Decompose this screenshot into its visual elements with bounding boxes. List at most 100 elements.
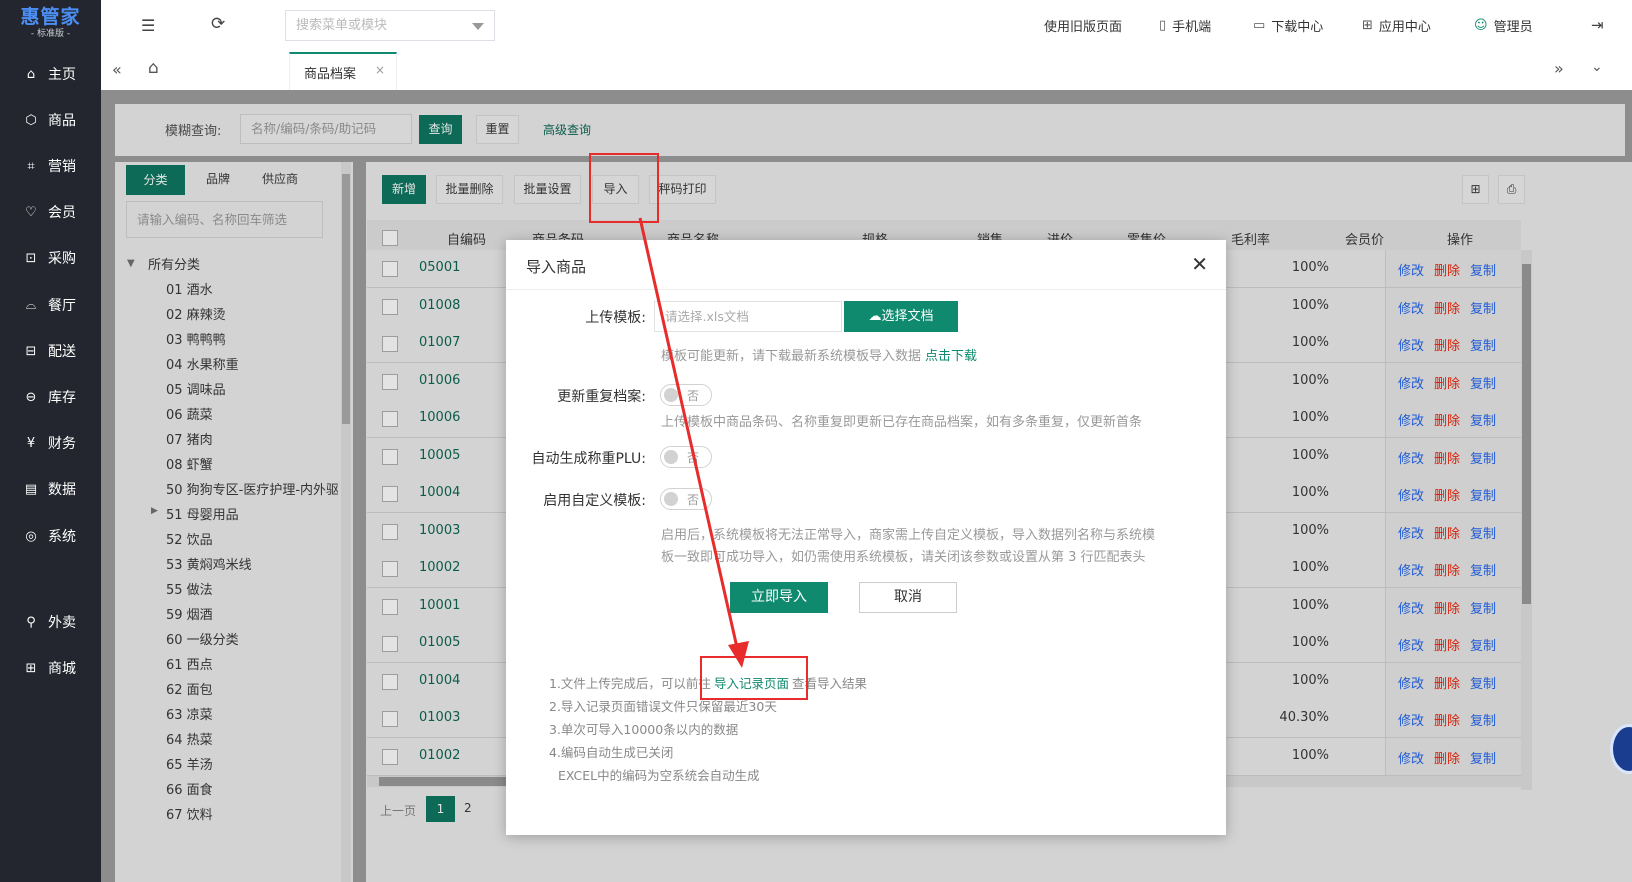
- row-checkbox[interactable]: [382, 298, 398, 315]
- category-scrollbar-thumb[interactable]: [342, 174, 350, 424]
- category-item[interactable]: 05 调味品: [166, 379, 226, 398]
- close-tab-icon[interactable]: ×: [375, 63, 385, 77]
- row-checkbox[interactable]: [382, 636, 398, 652]
- category-item[interactable]: 06 蔬菜: [166, 404, 213, 423]
- expand-arrow-icon[interactable]: ▼: [127, 258, 135, 269]
- select-all-checkbox[interactable]: [382, 230, 398, 246]
- scroll-right-icon[interactable]: »: [1554, 59, 1564, 78]
- product-code[interactable]: 10003: [419, 523, 460, 538]
- sidebar-item-12[interactable]: ⊞ 商城: [0, 651, 101, 685]
- copy-link[interactable]: 复制: [1470, 523, 1496, 542]
- product-code[interactable]: 10002: [419, 560, 460, 575]
- tab-category[interactable]: 分类: [126, 165, 185, 195]
- reset-button[interactable]: 重置: [476, 115, 519, 144]
- menu-search-select[interactable]: 搜索菜单或模块: [285, 10, 495, 41]
- sidebar-item-3[interactable]: ♡ 会员: [0, 195, 101, 229]
- row-checkbox[interactable]: [382, 448, 398, 465]
- row-checkbox[interactable]: [382, 373, 398, 390]
- row-checkbox[interactable]: [382, 523, 398, 540]
- category-item[interactable]: 04 水果称重: [166, 354, 239, 373]
- prev-page-link[interactable]: 上一页: [380, 802, 416, 819]
- product-code[interactable]: 01002: [419, 748, 460, 763]
- close-icon[interactable]: ✕: [1191, 252, 1208, 276]
- column-header[interactable]: 自编码: [447, 229, 486, 248]
- copy-link[interactable]: 复制: [1470, 710, 1496, 729]
- edit-link[interactable]: 修改: [1398, 560, 1424, 579]
- copy-link[interactable]: 复制: [1470, 448, 1496, 467]
- delete-link[interactable]: 删除: [1434, 710, 1460, 729]
- delete-link[interactable]: 删除: [1434, 560, 1460, 579]
- category-scrollbar[interactable]: [341, 162, 351, 882]
- category-item[interactable]: 51 母婴用品: [166, 504, 239, 523]
- delete-link[interactable]: 删除: [1434, 373, 1460, 392]
- product-code[interactable]: 01008: [419, 298, 460, 313]
- page-2-button[interactable]: 2: [464, 801, 472, 815]
- table-scrollbar[interactable]: [1521, 250, 1532, 790]
- delete-link[interactable]: 删除: [1434, 598, 1460, 617]
- mobile-link[interactable]: ▯ 手机端: [1159, 16, 1211, 35]
- edit-link[interactable]: 修改: [1398, 635, 1424, 654]
- delete-link[interactable]: 删除: [1434, 410, 1460, 429]
- edit-link[interactable]: 修改: [1398, 710, 1424, 729]
- tab-menu-chevron-icon[interactable]: ⌄: [1591, 59, 1603, 75]
- category-item[interactable]: 52 饮品: [166, 529, 213, 548]
- sidebar-item-4[interactable]: ⊡ 采购: [0, 241, 101, 275]
- delete-link[interactable]: 删除: [1434, 523, 1460, 542]
- tab-supplier[interactable]: 供应商: [250, 165, 310, 195]
- category-item[interactable]: 50 狗狗专区-医疗护理-内外驱: [166, 479, 338, 498]
- product-code[interactable]: 10005: [419, 448, 460, 463]
- category-item[interactable]: 65 羊汤: [166, 754, 213, 773]
- choose-file-button[interactable]: ☁选择文档: [844, 301, 958, 332]
- column-header[interactable]: 会员价: [1345, 229, 1384, 248]
- app-center-link[interactable]: ⊞ 应用中心: [1362, 16, 1431, 35]
- copy-link[interactable]: 复制: [1470, 335, 1496, 354]
- row-checkbox[interactable]: [382, 598, 398, 615]
- delete-link[interactable]: 删除: [1434, 485, 1460, 504]
- page-1-button[interactable]: 1: [426, 796, 455, 822]
- delete-link[interactable]: 删除: [1434, 448, 1460, 467]
- category-item[interactable]: 64 热菜: [166, 729, 213, 748]
- sidebar-item-10[interactable]: ◎ 系统: [0, 519, 101, 553]
- row-checkbox[interactable]: [382, 336, 398, 352]
- category-item[interactable]: 02 麻辣烫: [166, 304, 226, 323]
- sidebar-item-9[interactable]: ▤ 数据: [0, 472, 101, 506]
- category-root[interactable]: 所有分类: [148, 254, 200, 273]
- product-code[interactable]: 01006: [419, 373, 460, 388]
- copy-link[interactable]: 复制: [1470, 373, 1496, 392]
- edit-link[interactable]: 修改: [1398, 410, 1424, 429]
- copy-link[interactable]: 复制: [1470, 485, 1496, 504]
- edit-link[interactable]: 修改: [1398, 335, 1424, 354]
- delete-link[interactable]: 删除: [1434, 260, 1460, 279]
- category-item[interactable]: 55 做法: [166, 579, 213, 598]
- category-item[interactable]: 67 饮料: [166, 804, 213, 823]
- product-code[interactable]: 01003: [419, 710, 460, 725]
- add-button[interactable]: 新增: [382, 175, 426, 204]
- filter-search-input[interactable]: 名称/编码/条码/助记码: [240, 114, 412, 144]
- product-code[interactable]: 01005: [419, 635, 460, 650]
- category-item[interactable]: 62 面包: [166, 679, 213, 698]
- copy-link[interactable]: 复制: [1470, 748, 1496, 767]
- category-item[interactable]: 01 酒水: [166, 279, 213, 298]
- product-code[interactable]: 01007: [419, 335, 460, 350]
- row-checkbox[interactable]: [382, 411, 398, 427]
- cancel-button[interactable]: 取消: [859, 582, 957, 613]
- row-checkbox[interactable]: [382, 561, 398, 577]
- sidebar-item-11[interactable]: ⚲ 外卖: [0, 605, 101, 639]
- copy-link[interactable]: 复制: [1470, 635, 1496, 654]
- batch-set-button[interactable]: 批量设置: [514, 175, 581, 204]
- collapse-menu-icon[interactable]: ☰: [141, 16, 155, 35]
- tab-brand[interactable]: 品牌: [195, 165, 241, 195]
- barcode-print-button[interactable]: 秤码打印: [649, 175, 716, 204]
- category-item[interactable]: 59 烟酒: [166, 604, 213, 623]
- copy-link[interactable]: 复制: [1470, 560, 1496, 579]
- tab-product-archive[interactable]: 商品档案 ×: [289, 52, 397, 90]
- edit-link[interactable]: 修改: [1398, 298, 1424, 317]
- copy-link[interactable]: 复制: [1470, 598, 1496, 617]
- category-item[interactable]: 53 黄焖鸡米线: [166, 554, 252, 573]
- edit-link[interactable]: 修改: [1398, 673, 1424, 692]
- copy-link[interactable]: 复制: [1470, 673, 1496, 692]
- copy-link[interactable]: 复制: [1470, 260, 1496, 279]
- refresh-icon[interactable]: ⟳: [211, 14, 225, 34]
- update-duplicate-switch[interactable]: 否: [660, 384, 712, 406]
- category-item[interactable]: 60 一级分类: [166, 629, 239, 648]
